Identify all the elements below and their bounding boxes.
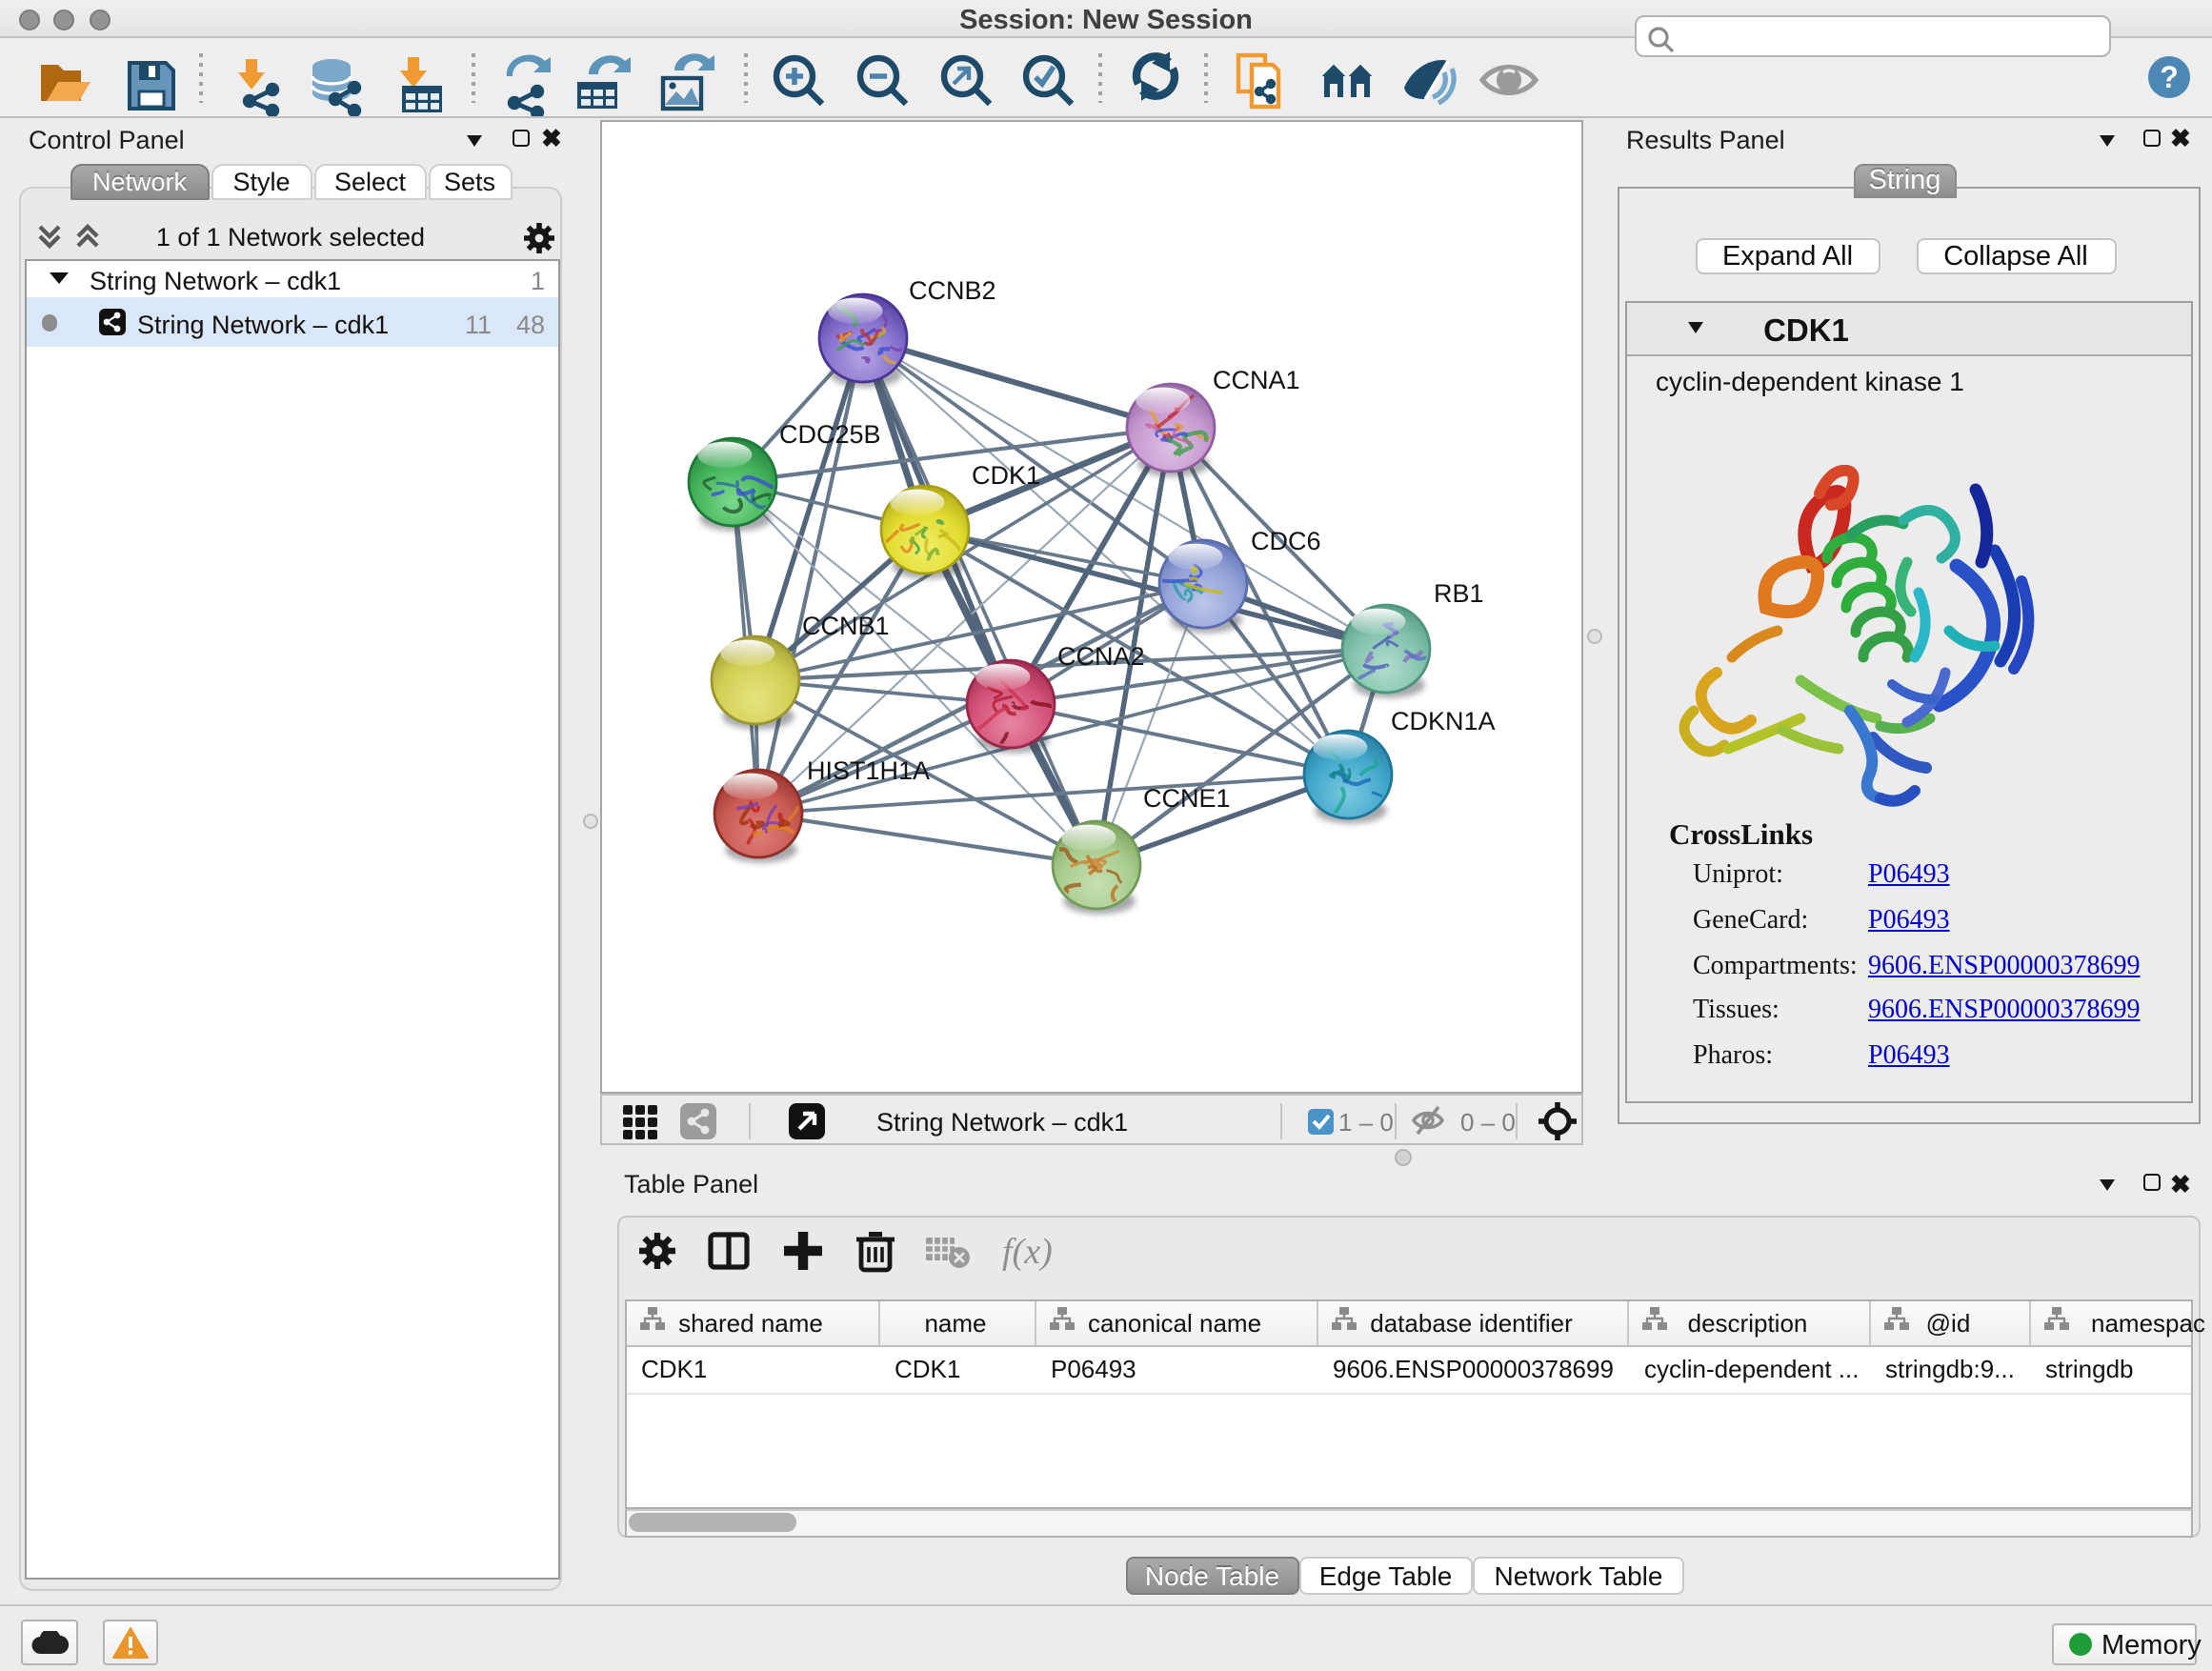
svg-text:CDKN1A: CDKN1A <box>1391 706 1496 735</box>
svg-text:String Network – cdk1: String Network – cdk1 <box>876 1107 1128 1136</box>
svg-text:CDC25B: CDC25B <box>779 419 881 448</box>
svg-text:?: ? <box>2160 60 2179 94</box>
svg-text:CCNA2: CCNA2 <box>1057 641 1145 670</box>
svg-text:CDC6: CDC6 <box>1251 526 1321 554</box>
svg-text:CCNB1: CCNB1 <box>802 611 890 639</box>
svg-text:CCNE1: CCNE1 <box>1143 783 1231 812</box>
svg-text:f(x): f(x) <box>1002 1232 1053 1272</box>
svg-text:1 – 0: 1 – 0 <box>1338 1107 1394 1136</box>
svg-text:RB1: RB1 <box>1434 578 1484 607</box>
svg-text:CCNA1: CCNA1 <box>1213 365 1300 393</box>
svg-text:CCNB2: CCNB2 <box>909 275 996 304</box>
svg-text:CDK1: CDK1 <box>972 460 1040 489</box>
svg-text:0 – 0: 0 – 0 <box>1460 1107 1516 1136</box>
svg-text:HIST1H1A: HIST1H1A <box>807 755 930 784</box>
